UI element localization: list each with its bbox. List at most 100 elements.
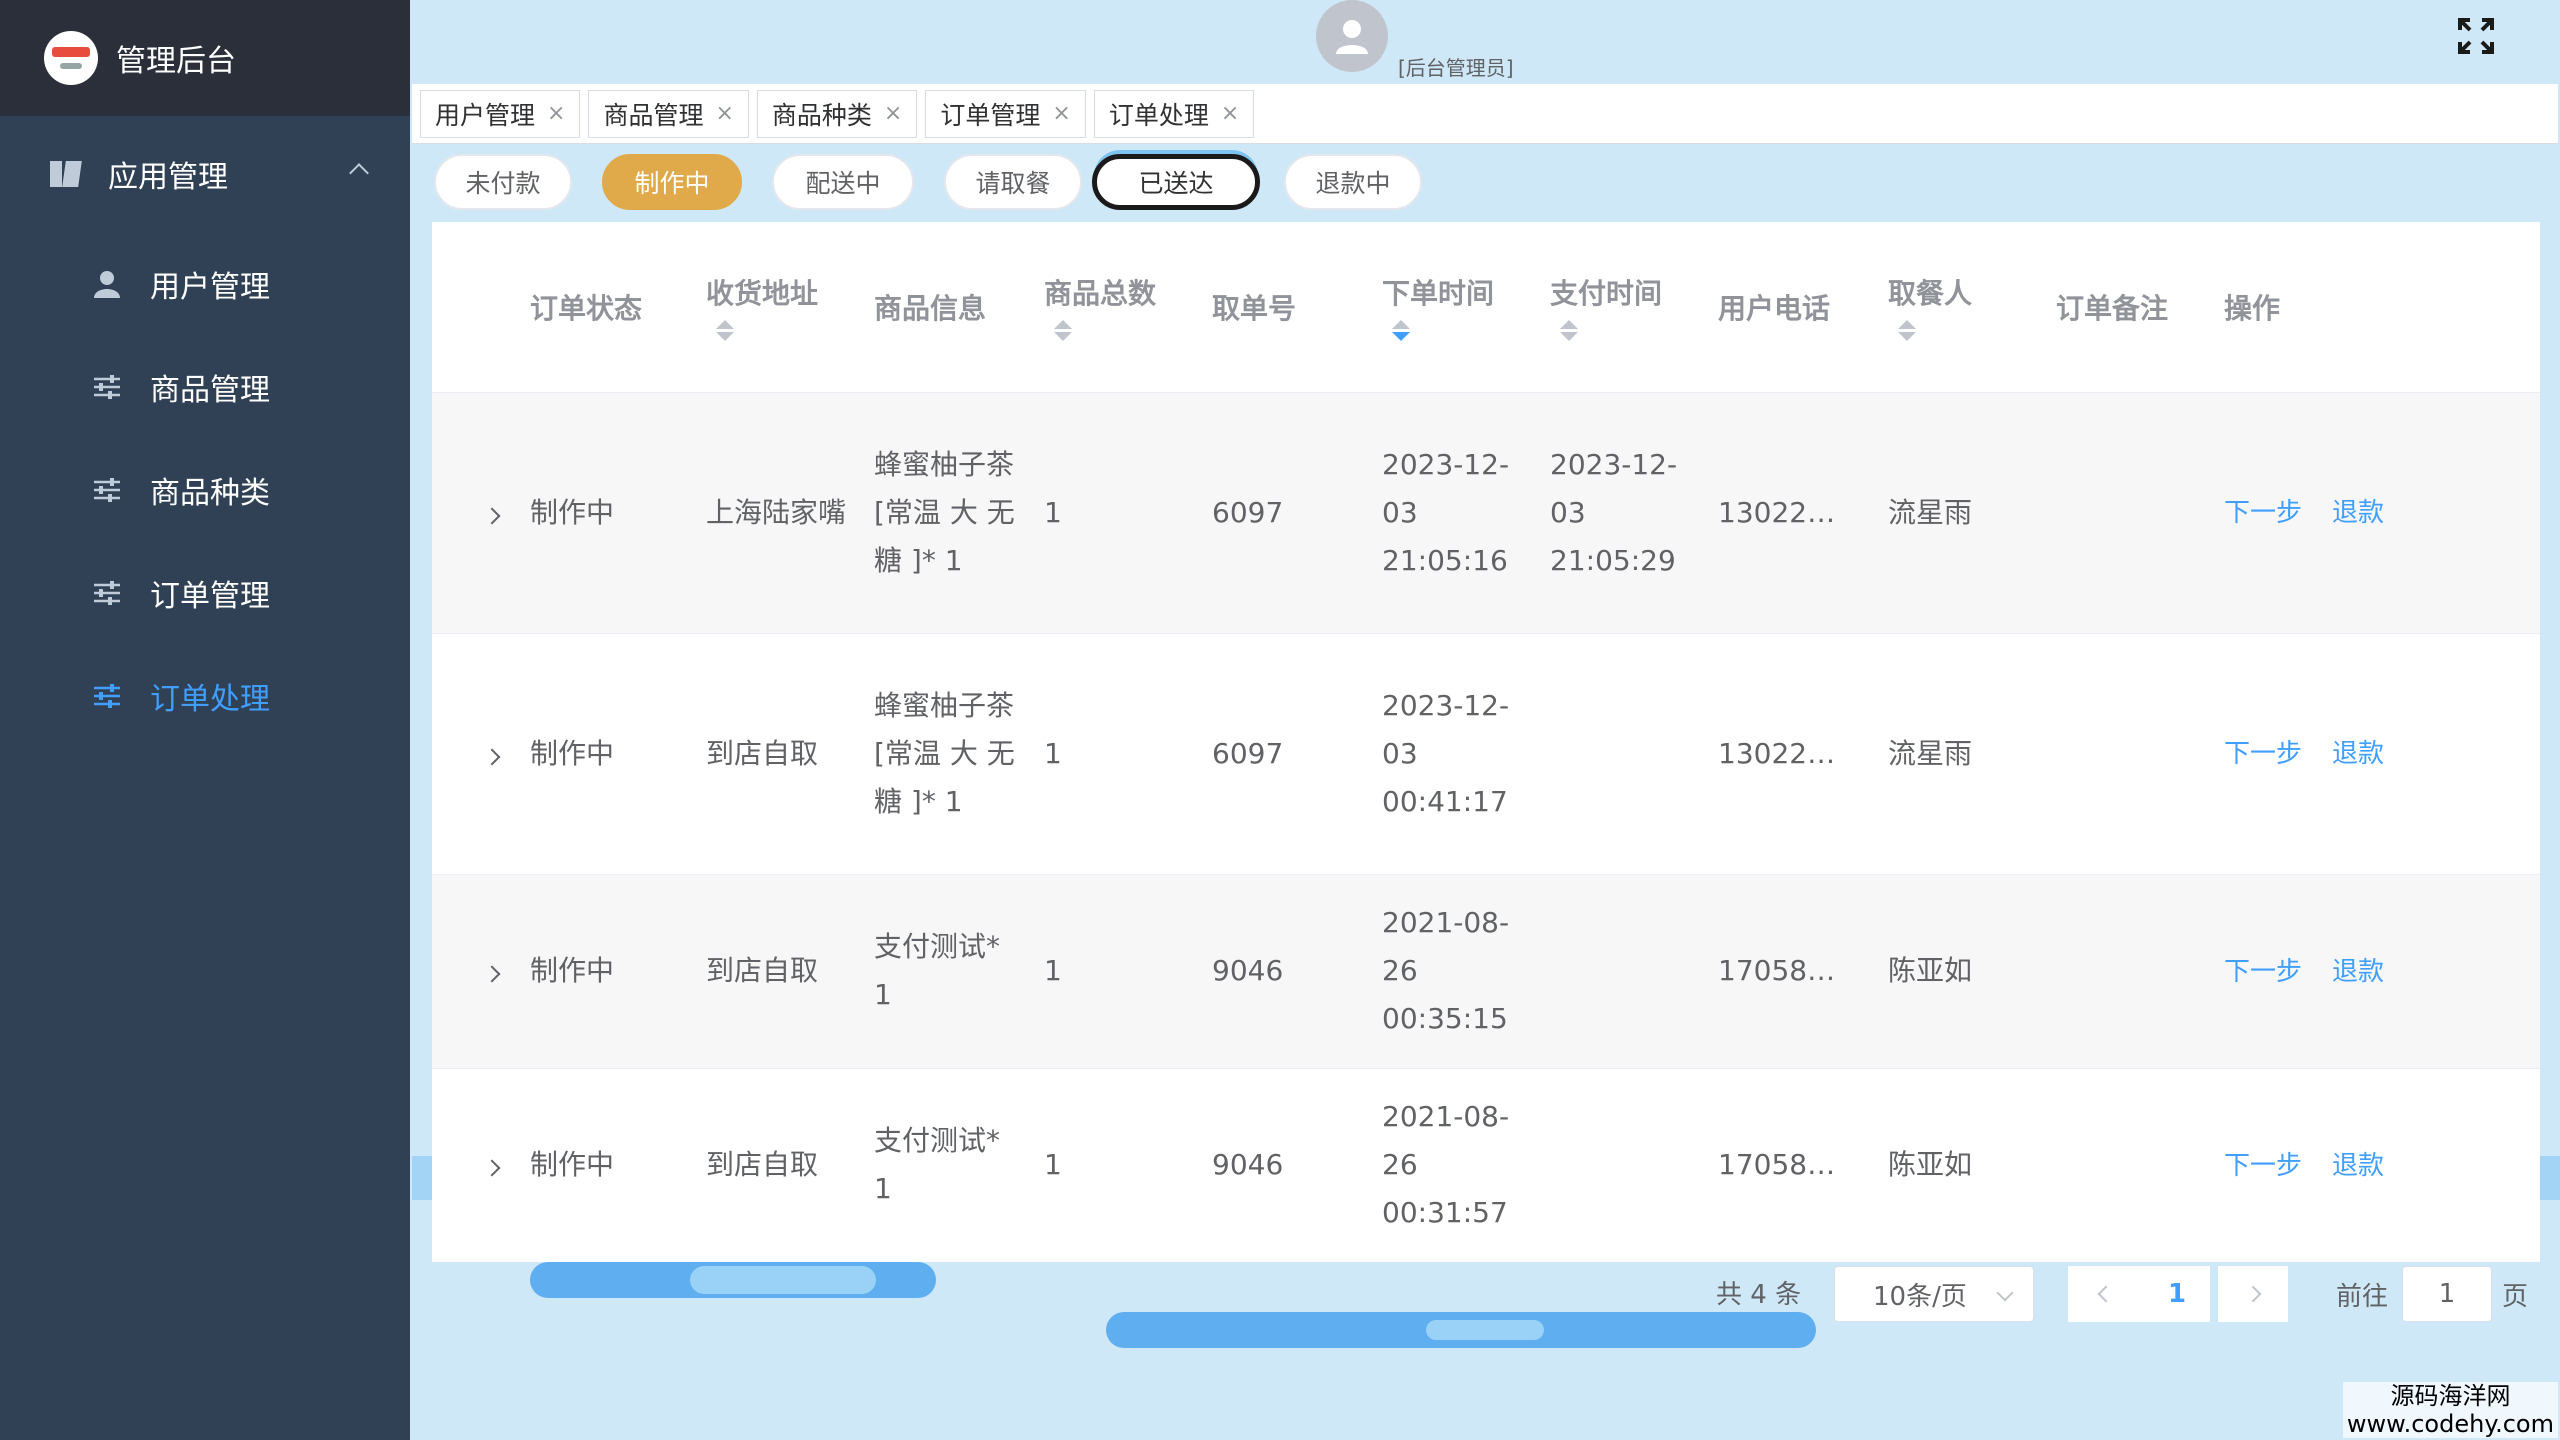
sort-icon[interactable] [1896, 320, 1918, 342]
sliders-icon [92, 372, 122, 402]
table-header: 订单状态 收货地址 商品信息 商品总数 取单号 下单时间 支付时间 用户电话 取餐人 订单备注 操作 [432, 222, 2540, 393]
cell-order-time: 2023-12-03 21:05:16 [1368, 392, 1536, 634]
cell-total: 1 [1030, 874, 1198, 1069]
sidebar-item[interactable]: 订单处理 [0, 644, 410, 747]
close-icon[interactable]: × [1221, 101, 1239, 126]
column-header-label: 订单备注 [2056, 291, 2169, 325]
next-step-button[interactable]: 下一步 [2224, 957, 2302, 987]
status-filter-button[interactable]: 制作中 [602, 154, 742, 210]
next-step-button[interactable]: 下一步 [2224, 498, 2302, 528]
column-header[interactable]: 商品总数 [1030, 222, 1198, 393]
close-icon[interactable]: × [884, 101, 902, 126]
cell-receiver: 陈亚如 [1874, 1068, 2042, 1262]
status-filter-button[interactable]: 已送达 [1092, 154, 1260, 210]
status-filter-button[interactable]: 请取餐 [944, 154, 1082, 210]
cell-pay-time [1536, 633, 1704, 875]
refund-button[interactable]: 退款 [2332, 739, 2384, 769]
cell-order-time: 2021-08-26 00:31:57 [1368, 1068, 1536, 1262]
column-header-label: 操作 [2224, 291, 2281, 325]
expand-cell[interactable] [432, 633, 516, 875]
refund-button[interactable]: 退款 [2332, 957, 2384, 987]
status-filter-button[interactable]: 退款中 [1284, 154, 1422, 210]
next-step-button[interactable]: 下一步 [2224, 1151, 2302, 1181]
sort-ascending-icon[interactable] [1392, 320, 1410, 330]
column-header[interactable]: 收货地址 [692, 222, 860, 393]
refund-button[interactable]: 退款 [2332, 1151, 2384, 1181]
sort-icon[interactable] [1052, 320, 1074, 342]
page-size-select[interactable]: 10条/页 [1834, 1266, 2034, 1322]
column-header: 订单备注 [2042, 222, 2210, 393]
sort-icon[interactable] [714, 320, 736, 342]
cell-total: 1 [1030, 392, 1198, 634]
column-header: 商品信息 [860, 222, 1030, 393]
chevron-right-icon[interactable] [483, 507, 501, 524]
chevron-right-icon[interactable] [483, 748, 501, 765]
tab-tag[interactable]: 商品种类 × [756, 89, 918, 138]
tab-tag[interactable]: 订单处理 × [1093, 89, 1255, 138]
sort-ascending-icon[interactable] [1560, 320, 1578, 330]
status-filter-button[interactable]: 配送中 [772, 154, 914, 210]
sidebar-item[interactable]: 商品管理 [0, 335, 410, 438]
sort-descending-icon[interactable] [1898, 332, 1916, 342]
close-icon[interactable]: × [547, 101, 565, 126]
cell-goods: 蜂蜜柚子茶[常温 大 无糖 ]* 1 [860, 633, 1030, 875]
tab-tag[interactable]: 订单管理 × [925, 89, 1086, 138]
deco-pill [1426, 1320, 1544, 1340]
refund-button[interactable]: 退款 [2332, 498, 2384, 528]
close-icon[interactable]: × [1052, 101, 1070, 126]
sidebar-item[interactable]: 商品种类 [0, 438, 410, 541]
column-header-inner: 收货地址 [706, 272, 846, 342]
avatar[interactable] [1316, 0, 1388, 72]
next-page-button[interactable] [2218, 1266, 2288, 1322]
column-header[interactable]: 下单时间 [1368, 222, 1536, 393]
fullscreen-icon[interactable] [2456, 16, 2496, 56]
column-header-inner: 操作 [2224, 287, 2526, 327]
sidebar-item[interactable]: 订单管理 [0, 541, 410, 644]
table-row: 制作中 到店自取 蜂蜜柚子茶[常温 大 无糖 ]* 1 1 6097 2023-12-03… [432, 633, 2540, 875]
chevron-right-icon[interactable] [483, 965, 501, 983]
cell-pickup-no: 6097 [1198, 392, 1368, 634]
cell-address: 到店自取 [692, 874, 860, 1069]
column-header[interactable]: 支付时间 [1536, 222, 1704, 393]
tags-view: 用户管理 × 商品管理 × 商品种类 × 订单管理 × 订单处理 × [412, 84, 2558, 144]
expand-cell[interactable] [432, 1068, 516, 1262]
expand-cell[interactable] [432, 874, 516, 1069]
page-number-button[interactable]: 1 [2144, 1266, 2210, 1322]
chevron-down-icon [1996, 1284, 2014, 1302]
sort-descending-icon[interactable] [1560, 332, 1578, 342]
sliders-icon [92, 475, 122, 505]
sort-descending-icon[interactable] [716, 332, 734, 342]
deco-pill [690, 1266, 876, 1294]
cell-order-time: 2021-08-26 00:35:15 [1368, 874, 1536, 1069]
menu-group-app[interactable]: 应用管理 [0, 116, 410, 232]
sort-ascending-icon[interactable] [1898, 320, 1916, 330]
cell-receiver: 陈亚如 [1874, 874, 2042, 1069]
close-icon[interactable]: × [715, 101, 733, 126]
jump-suffix: 页 [2502, 1282, 2529, 1312]
sort-descending-icon[interactable] [1392, 332, 1410, 342]
table-row: 制作中 到店自取 支付测试* 1 1 9046 2021-08-26 00:35:15 17… [432, 874, 2540, 1069]
sort-ascending-icon[interactable] [716, 320, 734, 330]
sidebar-item-label: 用户管理 [150, 269, 270, 305]
column-header[interactable]: 取餐人 [1874, 222, 2042, 393]
sort-icon[interactable] [1558, 320, 1580, 342]
tab-tag[interactable]: 用户管理 × [420, 89, 581, 138]
sort-icon[interactable] [1390, 320, 1412, 342]
sidebar-item[interactable]: 用户管理 [0, 232, 410, 335]
status-filter-button[interactable]: 未付款 [434, 154, 572, 210]
tab-tag-label: 商品管理 [603, 100, 704, 130]
cell-remark [2042, 1068, 2210, 1262]
cell-goods: 支付测试* 1 [860, 874, 1030, 1069]
expand-cell[interactable] [432, 392, 516, 634]
sort-ascending-icon[interactable] [1054, 320, 1072, 330]
chevron-right-icon[interactable] [483, 1159, 501, 1177]
sort-descending-icon[interactable] [1054, 332, 1072, 342]
column-header-label: 取单号 [1212, 291, 1297, 325]
prev-page-button[interactable] [2068, 1266, 2144, 1322]
cell-status: 制作中 [516, 1068, 692, 1262]
page-number: 1 [2167, 1279, 2187, 1309]
next-step-button[interactable]: 下一步 [2224, 739, 2302, 769]
tab-tag[interactable]: 商品管理 × [588, 89, 749, 138]
jump-page-input[interactable]: 1 [2402, 1266, 2492, 1322]
user-icon [1336, 20, 1368, 54]
